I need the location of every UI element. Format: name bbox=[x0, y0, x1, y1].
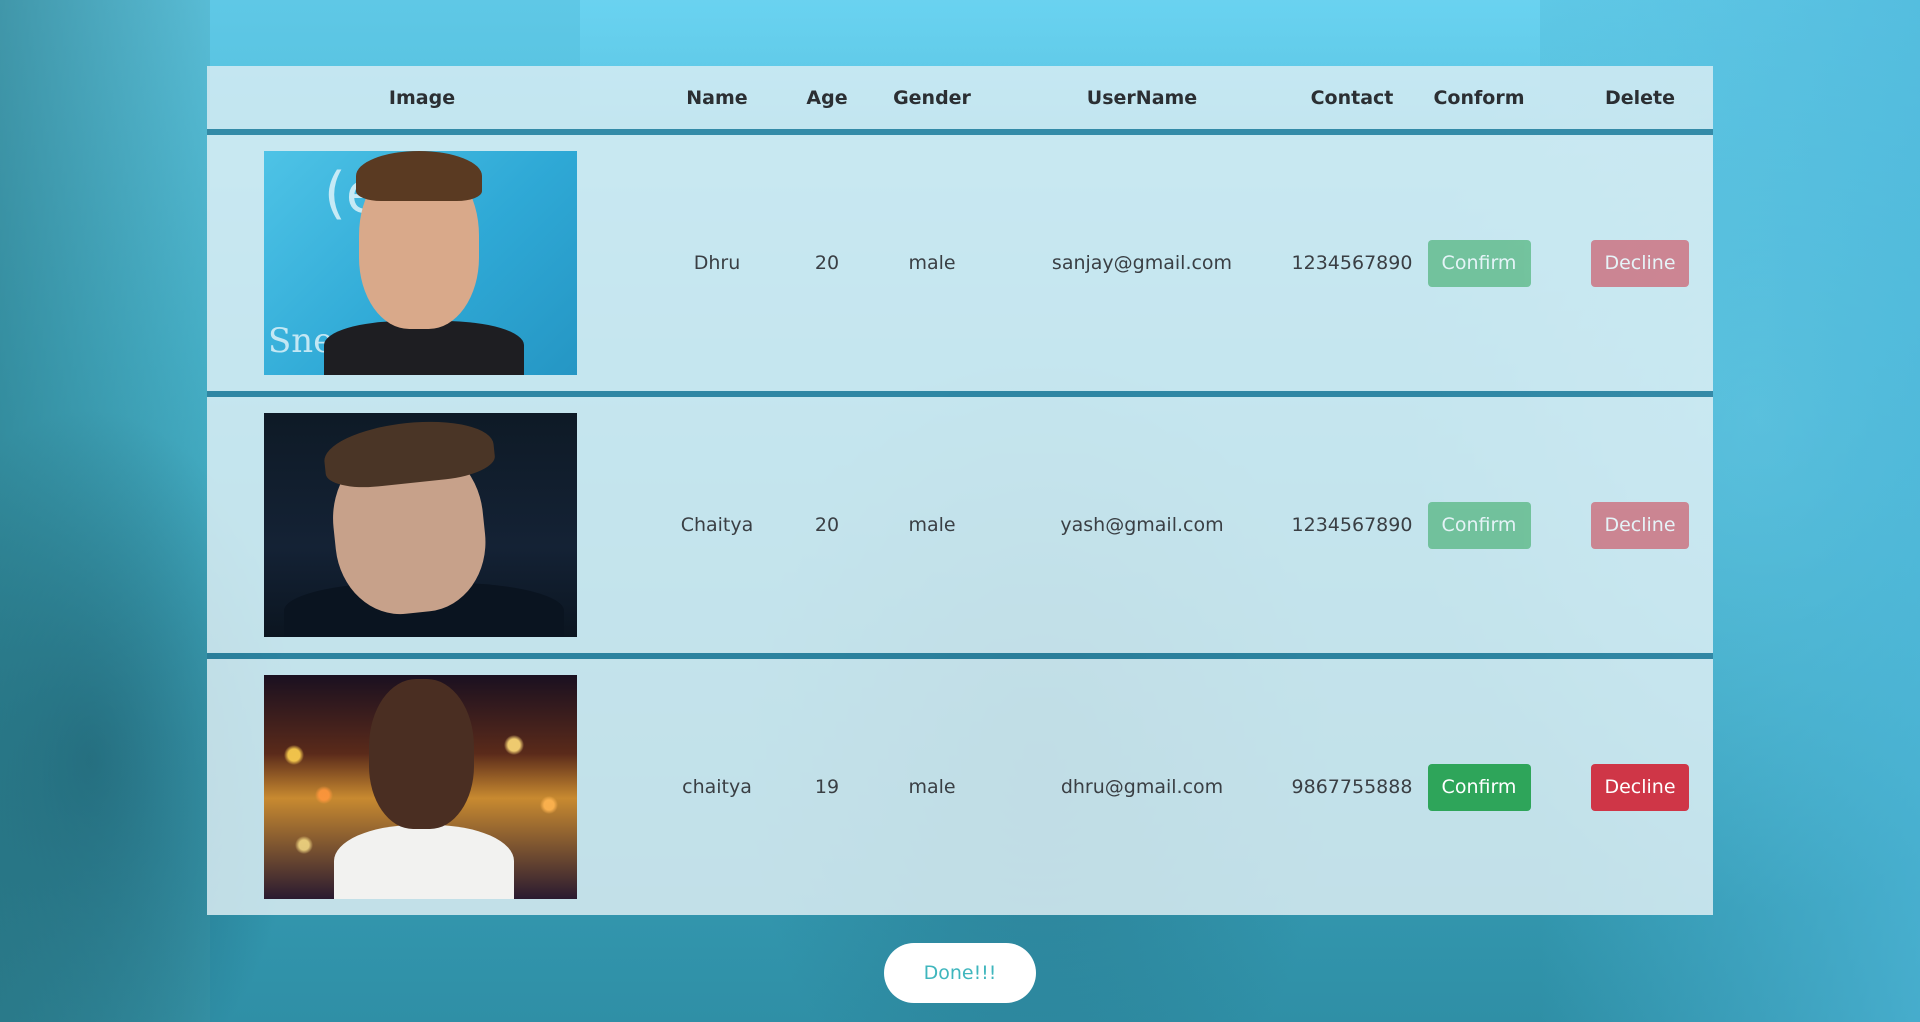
cell-username: sanjay@gmail.com bbox=[1051, 252, 1233, 274]
user-photo bbox=[264, 675, 577, 899]
confirm-button[interactable]: Confirm bbox=[1427, 501, 1531, 549]
decline-button[interactable]: Decline bbox=[1591, 501, 1689, 549]
header-username: UserName bbox=[1086, 86, 1198, 109]
confirm-button[interactable]: Confirm bbox=[1427, 239, 1531, 287]
table-row: (e Sney Dhru 20 male sanjay@gmail.com 12… bbox=[207, 135, 1713, 391]
delete-cell: Decline bbox=[1577, 659, 1703, 915]
header-name: Name bbox=[686, 86, 748, 109]
delete-cell: Decline bbox=[1577, 135, 1703, 391]
cell-contact: 1234567890 bbox=[1291, 252, 1413, 274]
confirm-cell: Confirm bbox=[1414, 397, 1544, 653]
cell-age: 19 bbox=[814, 776, 840, 798]
header-gender: Gender bbox=[893, 86, 971, 109]
cell-name: chaitya bbox=[682, 776, 752, 798]
image-cell: (e Sney bbox=[207, 135, 637, 391]
confirm-cell: Confirm bbox=[1414, 135, 1544, 391]
header-conform: Conform bbox=[1433, 86, 1525, 109]
done-button[interactable]: Done!!! bbox=[884, 943, 1036, 1003]
user-photo bbox=[264, 413, 577, 637]
cell-age: 20 bbox=[814, 252, 840, 274]
cell-name: Dhru bbox=[693, 252, 741, 274]
confirm-button[interactable]: Confirm bbox=[1427, 763, 1531, 811]
user-photo: (e Sney bbox=[264, 151, 577, 375]
photo-hair bbox=[356, 151, 482, 201]
cell-contact: 9867755888 bbox=[1291, 776, 1413, 798]
photo-shoulders bbox=[324, 321, 524, 375]
cell-gender: male bbox=[908, 514, 956, 536]
cell-username: yash@gmail.com bbox=[1060, 514, 1224, 536]
decline-button[interactable]: Decline bbox=[1591, 239, 1689, 287]
image-cell bbox=[207, 659, 637, 915]
image-cell bbox=[207, 397, 637, 653]
background-wall bbox=[0, 0, 210, 1022]
header-delete: Delete bbox=[1604, 86, 1676, 109]
cell-gender: male bbox=[908, 776, 956, 798]
users-table: Image Name Age Gender UserName Contact C… bbox=[207, 66, 1713, 915]
photo-face bbox=[369, 679, 474, 829]
table-row: chaitya 19 male dhru@gmail.com 986775588… bbox=[207, 659, 1713, 915]
confirm-cell: Confirm bbox=[1414, 659, 1544, 915]
cell-age: 20 bbox=[814, 514, 840, 536]
delete-cell: Decline bbox=[1577, 397, 1703, 653]
header-age: Age bbox=[806, 86, 848, 109]
header-image: Image bbox=[388, 86, 456, 109]
table-row: Chaitya 20 male yash@gmail.com 123456789… bbox=[207, 397, 1713, 653]
decline-button[interactable]: Decline bbox=[1591, 763, 1689, 811]
cell-name: Chaitya bbox=[680, 514, 754, 536]
header-contact: Contact bbox=[1310, 86, 1394, 109]
cell-contact: 1234567890 bbox=[1291, 514, 1413, 536]
cell-gender: male bbox=[908, 252, 956, 274]
photo-shoulders bbox=[334, 825, 514, 899]
cell-username: dhru@gmail.com bbox=[1060, 776, 1224, 798]
table-header-row: Image Name Age Gender UserName Contact C… bbox=[207, 66, 1713, 129]
